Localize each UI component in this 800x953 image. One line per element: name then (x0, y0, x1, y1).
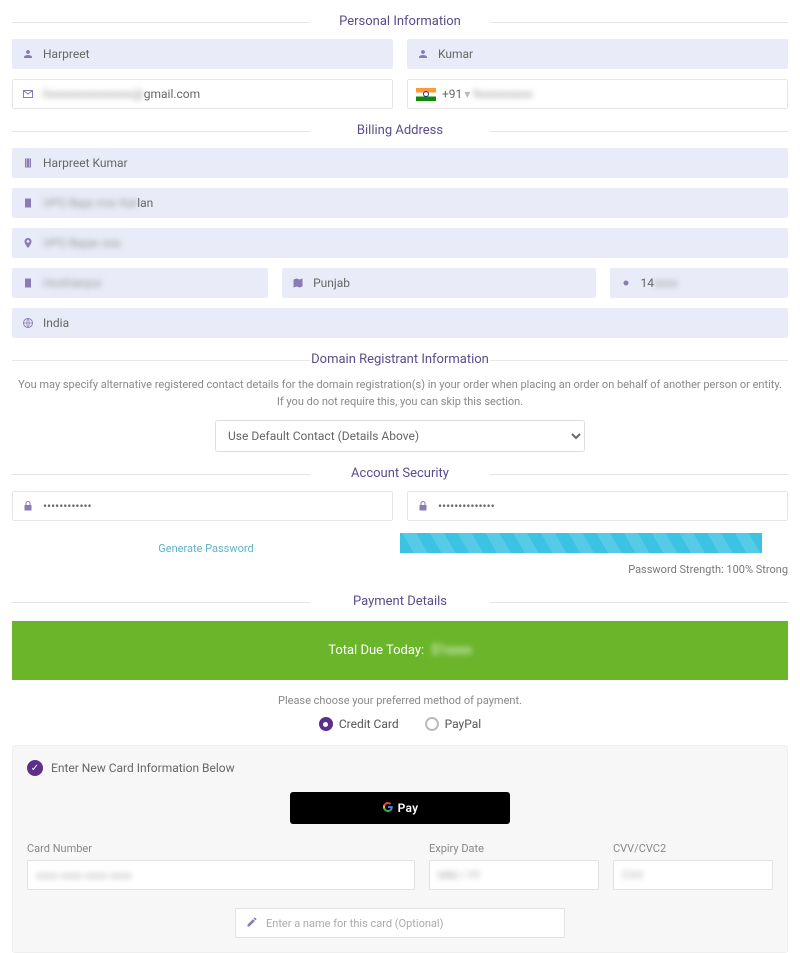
lock-icon (416, 499, 430, 513)
phone-masked: 9xxxxxxxxx (472, 87, 532, 101)
section-title-personal: Personal Information (0, 14, 800, 29)
first-name-field[interactable]: Harpreet (12, 39, 393, 69)
india-flag-icon (416, 88, 436, 101)
building-icon (21, 156, 35, 170)
checkmark-icon: ✓ (27, 760, 43, 776)
card-name-input[interactable]: Enter a name for this card (Optional) (235, 908, 565, 938)
total-due-amount: $1xxxx (431, 643, 471, 658)
map-pin-icon (21, 236, 35, 250)
pencil-icon (246, 916, 258, 931)
city-field[interactable]: Hoshiarpur (12, 268, 268, 298)
section-title-security: Account Security (0, 466, 800, 481)
generate-password-link[interactable]: Generate Password (12, 542, 400, 555)
last-name-field[interactable]: Kumar (407, 39, 788, 69)
phone-code: +91 (442, 87, 462, 101)
confirm-password-field[interactable]: •••••••••••••• (407, 491, 788, 521)
payment-radio-paypal[interactable]: PayPal (425, 717, 482, 731)
payment-radio-credit-card[interactable]: Credit Card (319, 717, 399, 731)
building-icon (21, 196, 35, 210)
total-due-bar: Total Due Today: $1xxxx (12, 621, 788, 680)
country-field[interactable]: India (12, 308, 788, 338)
address2-masked: VPO Bajax xxa (43, 236, 120, 250)
card-name-placeholder: Enter a name for this card (Optional) (266, 917, 443, 930)
cc-expiry-input[interactable]: MM / YY (429, 860, 599, 890)
password-strength-text: Password Strength: 100% Strong (0, 559, 800, 580)
company-value: Harpreet Kumar (43, 156, 128, 170)
card-details-panel: ✓ Enter New Card Information Below Pay C… (12, 745, 788, 953)
email-field[interactable]: hxxxxxxxxxxxxxx@gmail.com (12, 79, 393, 109)
first-name-value: Harpreet (43, 47, 90, 61)
envelope-icon (21, 87, 35, 101)
address1-field[interactable]: VPO Baja mor Kallan (12, 188, 788, 218)
radio-dot-icon (425, 717, 439, 731)
cc-cvv-label: CVV/CVC2 (613, 842, 773, 855)
cc-number-label: Card Number (27, 842, 415, 855)
state-value: Punjab (313, 276, 350, 290)
zip-masked: xxxx (654, 276, 678, 290)
city-masked: Hoshiarpur (43, 276, 102, 290)
state-field[interactable]: Punjab (282, 268, 595, 298)
globe-icon (21, 316, 35, 330)
zip-field[interactable]: 14xxxx (610, 268, 788, 298)
email-prefix-masked: hxxxxxxxxxxxxxx@ (43, 87, 144, 101)
email-suffix: gmail.com (144, 87, 200, 101)
address1-masked: VPO Baja mor Kal (43, 196, 137, 210)
company-field[interactable]: Harpreet Kumar (12, 148, 788, 178)
asterisk-icon (619, 276, 633, 290)
confirm-password-mask: •••••••••••••• (438, 499, 495, 513)
cc-cvv-input[interactable]: CVV (613, 860, 773, 890)
building-icon (21, 276, 35, 290)
section-title-billing: Billing Address (0, 123, 800, 138)
person-icon (416, 47, 430, 61)
map-icon (291, 276, 305, 290)
domain-helper-text: You may specify alternative registered c… (0, 377, 800, 410)
section-title-payment: Payment Details (0, 594, 800, 609)
country-value: India (43, 316, 69, 330)
password-mask: •••••••••••• (43, 499, 92, 513)
domain-contact-select[interactable]: Use Default Contact (Details Above) (215, 420, 585, 452)
lock-icon (21, 499, 35, 513)
google-pay-button[interactable]: Pay (290, 792, 510, 824)
new-card-check-line[interactable]: ✓ Enter New Card Information Below (27, 760, 773, 776)
person-icon (21, 47, 35, 61)
total-due-label: Total Due Today: (328, 643, 424, 658)
password-field[interactable]: •••••••••••• (12, 491, 393, 521)
radio-dot-icon (319, 717, 333, 731)
section-title-domain: Domain Registrant Information (0, 352, 800, 367)
last-name-value: Kumar (438, 47, 473, 61)
password-strength-bar (400, 533, 762, 553)
cc-number-input[interactable]: xxxx xxxx xxxx xxxx (27, 860, 415, 890)
address2-field[interactable]: VPO Bajax xxa (12, 228, 788, 258)
payment-choose-text: Please choose your preferred method of p… (0, 694, 800, 707)
google-g-icon (382, 801, 394, 816)
phone-field[interactable]: +91 ▾ 9xxxxxxxxx (407, 79, 788, 109)
cc-expiry-label: Expiry Date (429, 842, 599, 855)
